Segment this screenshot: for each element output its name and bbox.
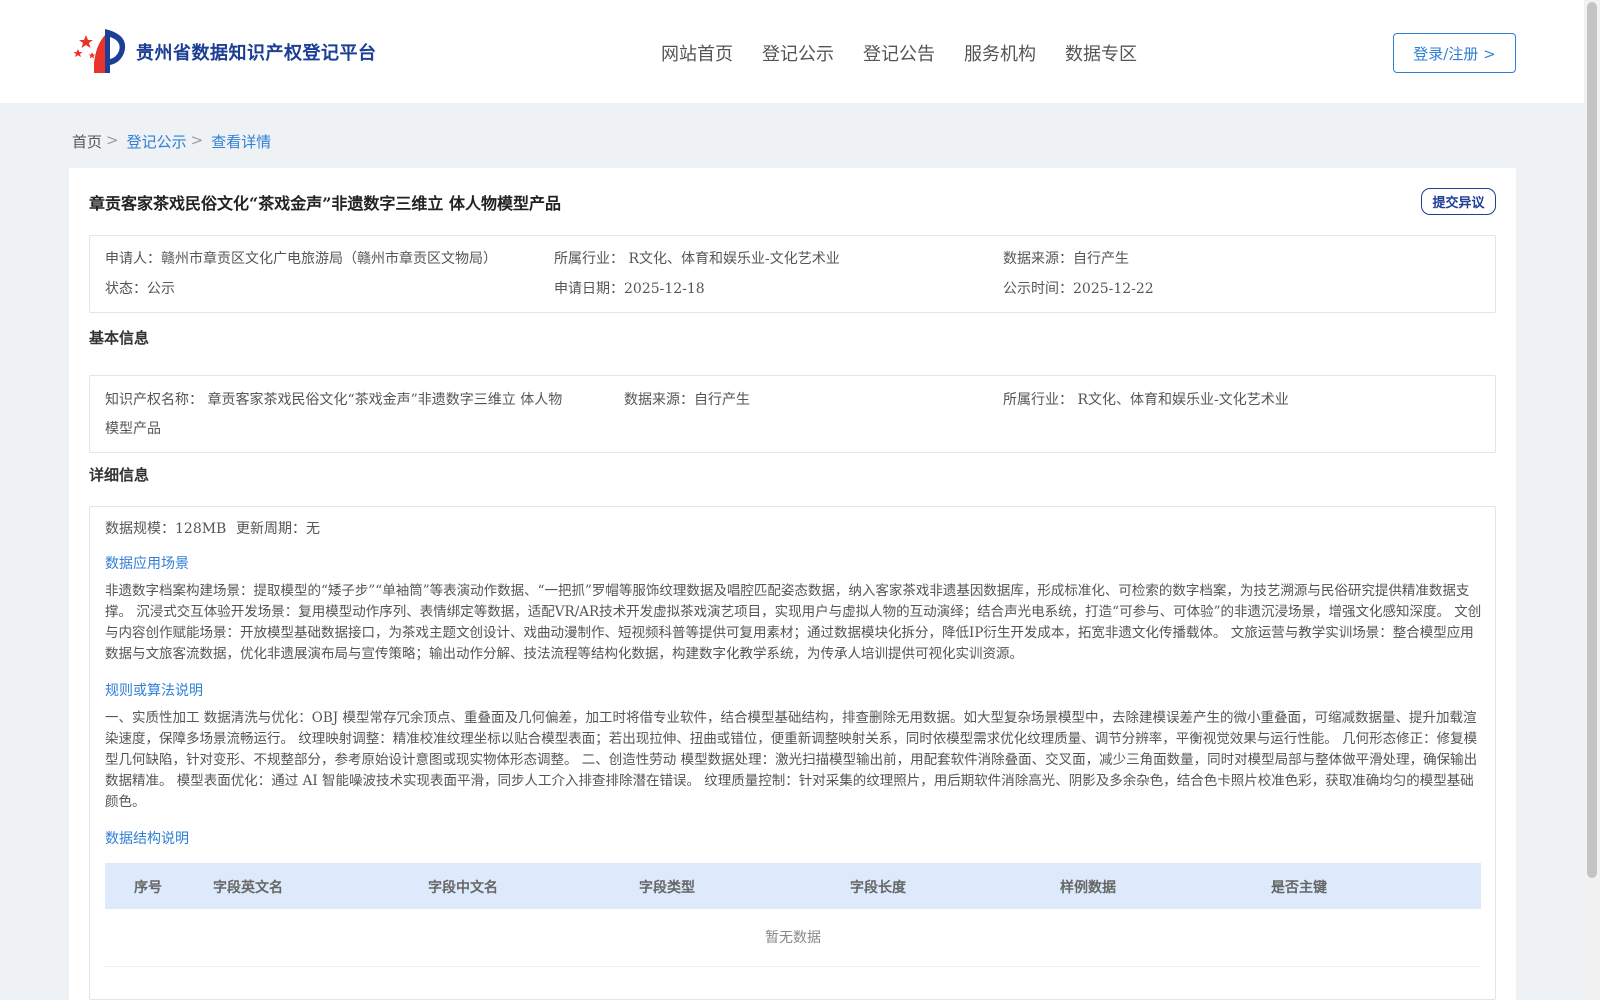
detail-info-title: 详细信息 <box>89 466 150 484</box>
industry-value: R文化、体育和娱乐业-文化艺术业 <box>628 251 840 267</box>
status-field: 状态：公示 <box>105 278 175 298</box>
scale-field: 数据规模：128MB <box>105 518 226 538</box>
breadcrumb-separator: > <box>190 131 204 149</box>
applicant-label: 申请人： <box>105 251 161 267</box>
nav-service-agencies[interactable]: 服务机构 <box>964 40 1036 66</box>
update-cycle-value: 无 <box>306 521 320 537</box>
source-field: 数据来源：自行产生 <box>1003 248 1129 268</box>
publish-time-label: 公示时间： <box>1003 281 1073 297</box>
industry-field: 所属行业： R文化、体育和娱乐业-文化艺术业 <box>554 248 840 268</box>
breadcrumb-home[interactable]: 首页 <box>72 131 102 152</box>
breadcrumb-separator: > <box>106 131 119 149</box>
scale-label: 数据规模： <box>105 521 175 537</box>
data-structure-table-header: 序号 字段英文名 字段中文名 字段类型 字段长度 样例数据 是否主键 <box>105 863 1481 909</box>
ip-name-value: 章贡客家茶戏民俗文化“茶戏金声”非遗数字三维立 体人物 <box>207 392 563 408</box>
basic-source-value: 自行产生 <box>694 392 750 408</box>
page-scrollbar[interactable] <box>1584 0 1600 1000</box>
basic-industry-value: R文化、体育和娱乐业-文化艺术业 <box>1077 392 1289 408</box>
scrollbar-thumb[interactable] <box>1587 2 1597 878</box>
basic-source-label: 数据来源： <box>624 392 694 408</box>
ip-name-field: 知识产权名称： 章贡客家茶戏民俗文化“茶戏金声”非遗数字三维立 体人物 <box>105 389 562 409</box>
page-title: 章贡客家茶戏民俗文化“茶戏金声”非遗数字三维立 体人物模型产品 <box>89 194 561 213</box>
breadcrumb-view-details: 查看详情 <box>211 133 272 151</box>
main-nav: 网站首页 登记公示 登记公告 服务机构 数据专区 <box>661 40 1166 66</box>
update-cycle-field: 更新周期：无 <box>236 518 320 538</box>
apply-date-field: 申请日期：2025-12-18 <box>554 278 705 298</box>
nav-home[interactable]: 网站首页 <box>661 40 733 66</box>
column-header-index: 序号 <box>134 880 162 896</box>
login-register-button[interactable]: 登录/注册 > <box>1393 33 1516 73</box>
site-logo[interactable]: 贵州省数据知识产权登记平台 <box>72 27 377 77</box>
detail-info-box: 数据规模：128MB 更新周期：无 数据应用场景 非遗数字档案构建场景：提取模型… <box>89 506 1496 1000</box>
breadcrumb: 首页 > 登记公示 > 查看详情 <box>72 131 271 152</box>
basic-industry-label: 所属行业： <box>1003 392 1073 408</box>
ip-name-continuation: 模型产品 <box>105 421 161 437</box>
table-empty-state: 暂无数据 <box>105 909 1481 967</box>
basic-info-box: 知识产权名称： 章贡客家茶戏民俗文化“茶戏金声”非遗数字三维立 体人物 模型产品… <box>89 375 1496 453</box>
status-value: 公示 <box>147 281 175 297</box>
column-header-field-length: 字段长度 <box>850 880 906 896</box>
nav-data-zone[interactable]: 数据专区 <box>1065 40 1137 66</box>
breadcrumb-registration-publicity[interactable]: 登记公示 <box>127 131 187 152</box>
publish-time-value: 2025-12-22 <box>1073 281 1154 297</box>
basic-industry-field: 所属行业： R文化、体育和娱乐业-文化艺术业 <box>1003 389 1289 409</box>
data-structure-title: 数据结构说明 <box>105 831 189 847</box>
update-cycle-label: 更新周期： <box>236 521 306 537</box>
industry-label: 所属行业： <box>554 251 624 267</box>
rules-algorithm-title: 规则或算法说明 <box>105 683 203 699</box>
logo-emblem-icon <box>73 29 126 73</box>
column-header-field-type: 字段类型 <box>639 880 695 896</box>
source-value: 自行产生 <box>1073 251 1129 267</box>
column-header-primary-key: 是否主键 <box>1271 880 1327 896</box>
status-label: 状态： <box>105 281 147 297</box>
application-scenario-text: 非遗数字档案构建场景：提取模型的“矮子步”“单袖筒”等表演动作数据、“一把抓”罗… <box>105 583 1482 662</box>
source-label: 数据来源： <box>1003 251 1073 267</box>
column-header-field-en: 字段英文名 <box>213 880 283 896</box>
detail-card: 章贡客家茶戏民俗文化“茶戏金声”非遗数字三维立 体人物模型产品 提交异议 申请人… <box>69 168 1516 1000</box>
applicant-value: 赣州市章贡区文化广电旅游局（赣州市章贡区文物局） <box>161 251 497 267</box>
column-header-sample: 样例数据 <box>1060 880 1116 896</box>
apply-date-label: 申请日期： <box>554 281 624 297</box>
nav-registration-publicity[interactable]: 登记公示 <box>762 40 834 66</box>
applicant-field: 申请人：赣州市章贡区文化广电旅游局（赣州市章贡区文物局） <box>105 248 497 268</box>
basic-source-text: 数据来源：自行产生 <box>624 389 750 409</box>
site-name: 贵州省数据知识产权登记平台 <box>136 43 377 64</box>
publish-time-field: 公示时间：2025-12-22 <box>1003 278 1154 298</box>
column-header-field-cn: 字段中文名 <box>428 880 498 896</box>
summary-box: 申请人：赣州市章贡区文化广电旅游局（赣州市章贡区文物局） 所属行业： R文化、体… <box>89 235 1496 313</box>
top-header: 贵州省数据知识产权登记平台 网站首页 登记公示 登记公告 服务机构 数据专区 登… <box>0 0 1584 103</box>
apply-date-value: 2025-12-18 <box>624 281 705 297</box>
application-scenario-title: 数据应用场景 <box>105 556 189 572</box>
scale-value: 128MB <box>175 521 227 537</box>
nav-registration-announcement[interactable]: 登记公告 <box>863 40 935 66</box>
basic-info-title: 基本信息 <box>89 329 150 347</box>
rules-algorithm-text: 一、实质性加工 数据清洗与优化：OBJ 模型常存冗余顶点、重叠面及几何偏差，加工… <box>105 710 1478 810</box>
ip-name-label: 知识产权名称： <box>105 392 203 408</box>
submit-objection-button[interactable]: 提交异议 <box>1421 188 1496 215</box>
